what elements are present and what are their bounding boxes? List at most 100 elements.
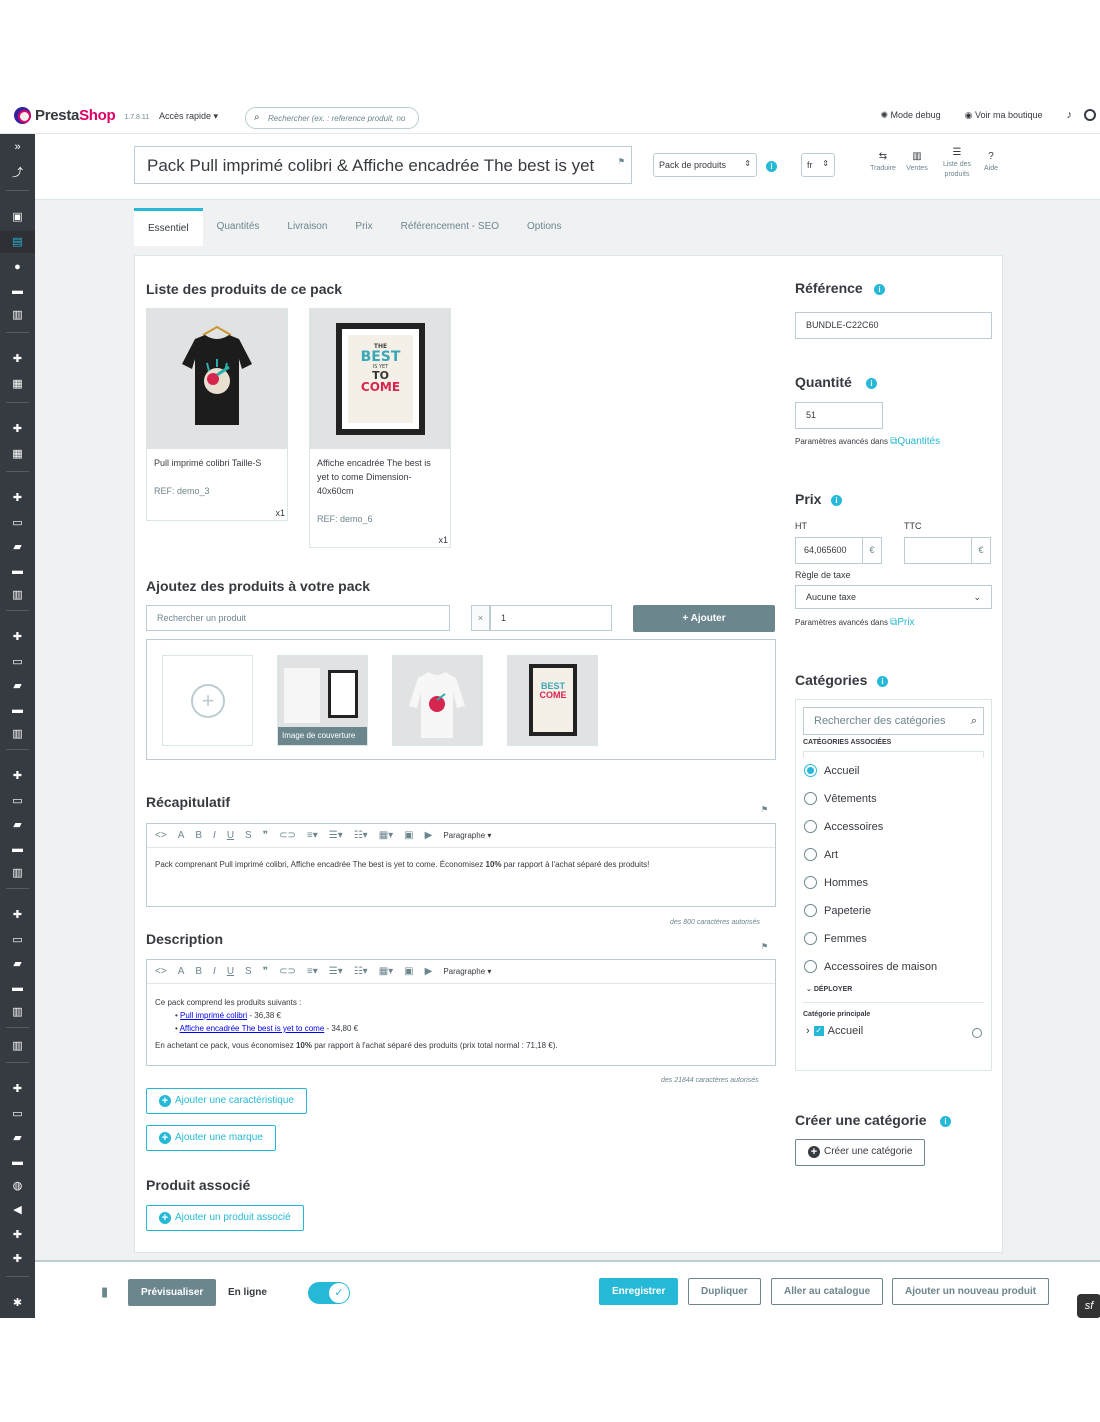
- add-feature-button[interactable]: + Ajouter une caractéristique: [146, 1088, 307, 1114]
- catalog-icon[interactable]: ▤: [0, 231, 35, 253]
- summary-editor[interactable]: <> A B I U S ❞ ⊂⊃ ≡▾ ☰▾ ☷▾ ▦▾ ▣ ▶ Paragraphe ▾ Pack co…: [146, 823, 776, 907]
- add-to-pack-button[interactable]: + Ajouter: [633, 605, 775, 632]
- design-icon[interactable]: ▦: [0, 373, 35, 395]
- payment-icon[interactable]: ▬: [0, 977, 35, 999]
- italic-icon[interactable]: I: [213, 830, 216, 841]
- summary-content[interactable]: Pack comprenant Pull imprimé colibri, Af…: [147, 848, 775, 881]
- stats-icon[interactable]: ▥: [0, 584, 35, 606]
- category-radio-art[interactable]: Art: [804, 848, 838, 861]
- modules-icon[interactable]: ✚: [0, 487, 35, 509]
- monitor-icon[interactable]: ▭: [0, 929, 35, 951]
- bold-icon[interactable]: B: [195, 830, 202, 841]
- info-icon[interactable]: i: [874, 284, 885, 295]
- translate-flag-icon[interactable]: ⚑: [618, 157, 625, 166]
- image-icon[interactable]: ▣: [404, 966, 413, 977]
- category-radio-vetements[interactable]: Vêtements: [804, 792, 877, 805]
- info-icon[interactable]: i: [877, 676, 888, 687]
- modules-icon[interactable]: ✚: [0, 1248, 35, 1270]
- translate-action[interactable]: ⇆ Traduire: [867, 152, 899, 174]
- modules-icon[interactable]: ✚: [0, 1078, 35, 1100]
- pack-item-card[interactable]: THE BEST IS YET TO COME Affiche encadrée…: [309, 308, 451, 548]
- stats-icon[interactable]: ▥: [0, 1035, 35, 1057]
- preview-button[interactable]: Prévisualiser: [128, 1279, 217, 1306]
- product-list-action[interactable]: ☰ Liste des produits: [937, 148, 977, 180]
- info-icon[interactable]: i: [766, 161, 777, 172]
- create-category-button[interactable]: + Créer une catégorie: [795, 1139, 926, 1166]
- category-radio-femmes[interactable]: Femmes: [804, 932, 867, 945]
- description-content[interactable]: Ce pack comprend les produits suivants :…: [147, 984, 775, 1062]
- tab-seo[interactable]: Référencement - SEO: [387, 208, 513, 246]
- info-icon[interactable]: i: [940, 1116, 951, 1127]
- bold-icon[interactable]: B: [195, 966, 202, 977]
- description-link[interactable]: Pull imprimé colibri: [180, 1011, 247, 1020]
- code-icon[interactable]: <>: [155, 830, 167, 841]
- media-icon[interactable]: ▶: [425, 830, 433, 841]
- main-category-radio[interactable]: [972, 1028, 982, 1038]
- code-icon[interactable]: <>: [155, 966, 167, 977]
- price-ht-input[interactable]: 64,065600: [795, 537, 863, 564]
- go-to-catalog-button[interactable]: Aller au catalogue: [771, 1278, 884, 1305]
- text-color-icon[interactable]: A: [178, 830, 185, 841]
- text-color-icon[interactable]: A: [178, 966, 185, 977]
- product-type-select[interactable]: Pack de produits ⇕: [653, 153, 757, 177]
- price-link[interactable]: ⧉Prix: [890, 617, 914, 628]
- settings-icon[interactable]: ✱: [0, 1292, 35, 1314]
- view-shop-link[interactable]: ◉ Voir ma boutique: [965, 110, 1055, 121]
- translate-flag-icon[interactable]: ⚑: [761, 805, 768, 814]
- paragraph-select[interactable]: Paragraphe ▾: [443, 967, 491, 976]
- quantity-input[interactable]: 51: [795, 402, 883, 429]
- customers-icon[interactable]: ●: [0, 256, 35, 278]
- symfony-icon[interactable]: sf: [1077, 1294, 1100, 1318]
- underline-icon[interactable]: U: [227, 966, 234, 977]
- media-icon[interactable]: ▶: [425, 966, 433, 977]
- debug-mode-link[interactable]: ✺ Mode debug: [881, 110, 953, 121]
- price-ttc-input[interactable]: [904, 537, 972, 564]
- expand-categories-button[interactable]: ⌄ DÉPLOYER: [806, 985, 852, 993]
- tab-options[interactable]: Options: [513, 208, 575, 246]
- shipping-icon[interactable]: ▰: [0, 675, 35, 697]
- dashboard-icon[interactable]: ⤴: [0, 162, 35, 184]
- category-search-input[interactable]: Rechercher des catégories ⌕: [803, 707, 984, 735]
- language-select[interactable]: fr ⇕: [801, 153, 835, 177]
- translate-flag-icon[interactable]: ⚑: [761, 942, 768, 951]
- monitor-icon[interactable]: ▭: [0, 512, 35, 534]
- numbered-list-icon[interactable]: ☷▾: [354, 830, 368, 841]
- tab-shipping[interactable]: Livraison: [273, 208, 341, 246]
- quote-icon[interactable]: ❞: [263, 966, 268, 977]
- add-brand-button[interactable]: + Ajouter une marque: [146, 1125, 276, 1151]
- shipping-icon[interactable]: ▰: [0, 1127, 35, 1149]
- pack-product-search[interactable]: Rechercher un produit: [146, 605, 450, 631]
- collapse-icon[interactable]: »: [0, 136, 35, 158]
- stats-icon[interactable]: ▥: [0, 723, 35, 745]
- messages-icon[interactable]: ▬: [0, 280, 35, 302]
- payment-icon[interactable]: ▬: [0, 560, 35, 582]
- link-icon[interactable]: ⊂⊃: [279, 830, 296, 841]
- paragraph-select[interactable]: Paragraphe ▾: [443, 831, 491, 840]
- tab-quantities[interactable]: Quantités: [203, 208, 274, 246]
- bullet-list-icon[interactable]: ☰▾: [329, 830, 343, 841]
- info-icon[interactable]: i: [866, 378, 877, 389]
- add-related-product-button[interactable]: + Ajouter un produit associé: [146, 1205, 304, 1231]
- description-editor[interactable]: <> A B I U S ❞ ⊂⊃ ≡▾ ☰▾ ☷▾ ▦▾ ▣ ▶ Paragraphe ▾ Ce pack…: [146, 959, 776, 1066]
- online-toggle[interactable]: ✓: [308, 1282, 350, 1304]
- help-action[interactable]: ? Aide: [980, 152, 1002, 174]
- monitor-icon[interactable]: ▭: [0, 651, 35, 673]
- image-thumb[interactable]: [392, 655, 483, 746]
- modules-icon[interactable]: ✚: [0, 418, 35, 440]
- modules-icon[interactable]: ✚: [0, 765, 35, 787]
- shipping-icon[interactable]: ▰: [0, 953, 35, 975]
- monitor-icon[interactable]: ▭: [0, 790, 35, 812]
- monitor-icon[interactable]: ▭: [0, 1103, 35, 1125]
- duplicate-button[interactable]: Dupliquer: [688, 1278, 761, 1305]
- image-icon[interactable]: ▣: [404, 830, 413, 841]
- shipping-icon[interactable]: ▰: [0, 814, 35, 836]
- category-radio-accessoires[interactable]: Accessoires: [804, 820, 883, 833]
- modules-icon[interactable]: ✚: [0, 348, 35, 370]
- image-thumb[interactable]: BEST COME: [507, 655, 598, 746]
- align-icon[interactable]: ≡▾: [307, 966, 318, 977]
- italic-icon[interactable]: I: [213, 966, 216, 977]
- category-radio-hommes[interactable]: Hommes: [804, 876, 868, 889]
- reference-input[interactable]: BUNDLE-C22C60: [795, 312, 992, 339]
- modules-icon[interactable]: ✚: [0, 1224, 35, 1246]
- payment-icon[interactable]: ▬: [0, 1151, 35, 1173]
